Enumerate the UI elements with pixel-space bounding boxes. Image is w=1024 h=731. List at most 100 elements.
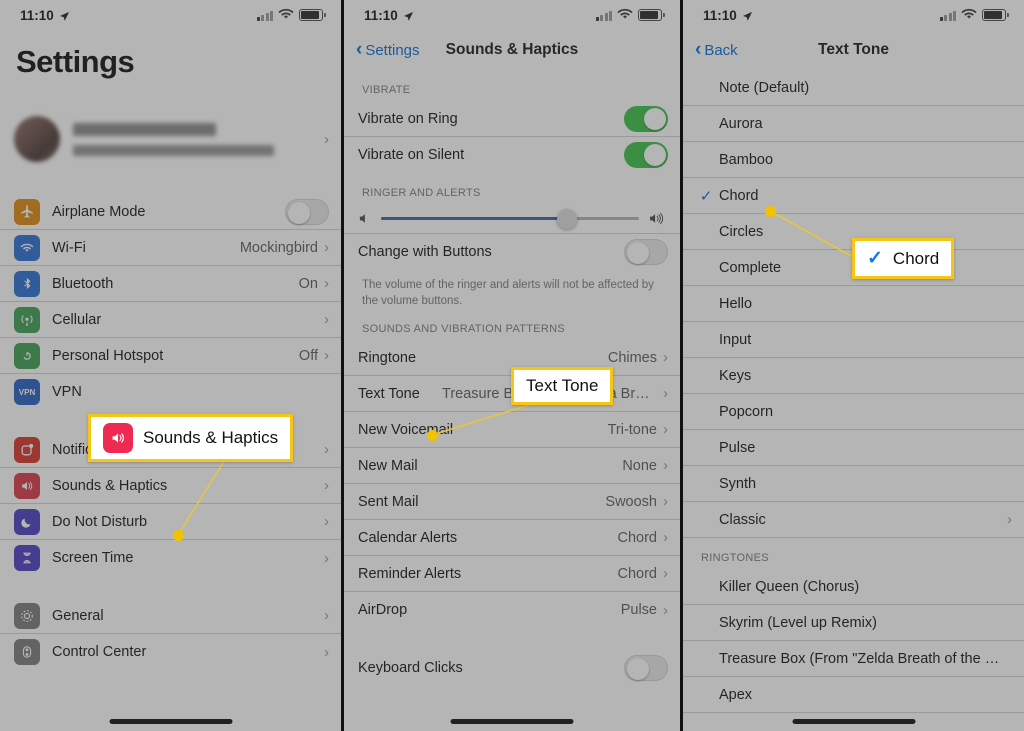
airplane-mode-toggle[interactable] [285,198,329,225]
chevron-right-icon: › [663,349,668,367]
ringtone-row-skyrim[interactable]: Skyrim (Level up Remix) [683,605,1024,641]
page-title: Settings [16,44,135,79]
status-bar: 11:10 [0,0,341,30]
vibrate-on-ring-toggle[interactable] [624,105,668,132]
ringer-volume-slider-row[interactable] [344,204,680,234]
ringtone-row-treasure-box[interactable]: Treasure Box (From "Zelda Breath of the … [683,641,1024,677]
chevron-right-icon: › [663,457,668,475]
sidebar-item-screen-time[interactable]: Screen Time › [0,540,341,576]
account-subtitle-redacted [73,144,274,156]
row-keyboard-clicks[interactable]: Keyboard Clicks [344,650,680,686]
tone-row-note-default[interactable]: Note (Default) [683,70,1024,106]
ringer-volume-slider[interactable] [381,208,639,229]
tone-row-keys[interactable]: Keys [683,358,1024,394]
three-panel-screenshot: 11:10 Settings › Airplane Mode Wi-Fi Moc… [0,0,1024,731]
row-reminder-alerts[interactable]: Reminder Alerts Chord › [344,556,680,593]
tone-row-hello[interactable]: Hello [683,286,1024,322]
gear-icon [14,602,40,629]
back-button-settings[interactable]: ‹ Settings [356,40,420,59]
panel-settings: 11:10 Settings › Airplane Mode Wi-Fi Moc… [0,0,341,731]
sidebar-item-wifi[interactable]: Wi-Fi Mockingbird › [0,230,341,266]
tone-label: Chord [719,187,759,204]
keyboard-clicks-toggle[interactable] [624,655,668,682]
account-section: › [0,106,341,172]
chevron-right-icon: › [663,529,668,547]
chevron-right-icon: › [324,513,329,530]
row-new-voicemail[interactable]: New Voicemail Tri-tone › [344,412,680,449]
tone-row-popcorn[interactable]: Popcorn [683,394,1024,430]
tone-label: Classic [719,511,766,528]
sidebar-item-vpn[interactable]: VPN VPN [0,374,341,410]
status-bar-left: 11:10 [703,8,753,23]
ringtone-row-apex[interactable]: Apex [683,677,1024,713]
slider-knob[interactable] [556,208,577,229]
row-airdrop[interactable]: AirDrop Pulse › [344,592,680,628]
panel-sounds-haptics: 11:10 ‹ Settings Sounds & Haptics VIBRAT… [341,0,683,731]
row-sent-mail[interactable]: Sent Mail Swoosh › [344,484,680,521]
row-vibrate-on-silent[interactable]: Vibrate on Silent [344,137,680,173]
wifi-icon [278,8,294,23]
sounds-icon [14,472,40,499]
chevron-right-icon: › [324,607,329,624]
ringtone-row-killer-queen[interactable]: Killer Queen (Chorus) [683,569,1024,605]
sidebar-item-sounds-haptics[interactable]: Sounds & Haptics › [0,468,341,504]
ringtone-label: Treasure Box (From "Zelda Breath of the … [719,650,1012,667]
tone-row-chord[interactable]: ✓ Chord [683,178,1024,214]
tone-row-input[interactable]: Input [683,322,1024,358]
sidebar-item-control-center[interactable]: Control Center › [0,634,341,670]
tone-label: Pulse [719,439,756,456]
hotspot-icon [14,342,40,369]
account-text-redacted [73,122,324,156]
vibrate-on-silent-toggle[interactable] [624,142,668,168]
row-change-with-buttons[interactable]: Change with Buttons [344,234,680,270]
sidebar-item-label: General [52,607,104,624]
sidebar-item-do-not-disturb[interactable]: Do Not Disturb › [0,504,341,540]
row-value: None [622,457,657,474]
tone-row-bamboo[interactable]: Bamboo [683,142,1024,178]
row-label: Change with Buttons [358,244,492,260]
avatar [14,116,60,162]
wifi-icon [961,8,977,23]
sidebar-item-personal-hotspot[interactable]: Personal Hotspot Off › [0,338,341,374]
speaker-high-icon [649,212,666,225]
sidebar-item-bluetooth[interactable]: Bluetooth On › [0,266,341,302]
status-bar-right [595,8,665,23]
vibrate-group: Vibrate on Ring Vibrate on Silent [344,101,680,173]
tone-row-synth[interactable]: Synth [683,466,1024,502]
tone-row-classic[interactable]: Classic › [683,502,1024,538]
sidebar-item-label: Airplane Mode [52,203,146,220]
change-with-buttons-toggle[interactable] [624,239,668,265]
back-button[interactable]: ‹ Back [695,40,738,59]
tone-label: Input [719,331,752,348]
tone-row-pulse[interactable]: Pulse [683,430,1024,466]
battery-icon [982,9,1009,21]
row-label: Vibrate on Silent [358,147,465,163]
account-row[interactable]: › [0,106,341,172]
chevron-right-icon: › [324,239,329,256]
keyboard-clicks-group: Keyboard Clicks [344,650,680,687]
airplane-icon [14,198,40,225]
row-vibrate-on-ring[interactable]: Vibrate on Ring [344,101,680,137]
sidebar-item-airplane-mode[interactable]: Airplane Mode [0,194,341,230]
callout-sounds-haptics: Sounds & Haptics [88,414,294,462]
wifi-value: Mockingbird [239,239,318,256]
tone-row-aurora[interactable]: Aurora [683,106,1024,142]
row-label: Reminder Alerts [358,565,462,582]
tone-label: Popcorn [719,403,774,420]
chevron-right-icon: › [663,601,668,619]
alert-tones-group: Note (Default) Aurora Bamboo ✓ Chord Cir… [683,70,1024,538]
back-button-label: Back [704,41,738,59]
status-bar-left: 11:10 [364,8,414,23]
sidebar-item-cellular[interactable]: Cellular › [0,302,341,338]
callout-label: Sounds & Haptics [143,428,279,447]
status-bar: 11:10 [344,0,680,30]
chevron-right-icon: › [324,477,329,494]
tone-label: Aurora [719,115,763,132]
sidebar-item-general[interactable]: General › [0,598,341,634]
hotspot-value: Off [298,347,318,364]
chevron-right-icon: › [324,275,329,292]
chevron-right-icon: › [663,421,668,439]
row-new-mail[interactable]: New Mail None › [344,448,680,485]
row-calendar-alerts[interactable]: Calendar Alerts Chord › [344,520,680,557]
section-header-ringer: RINGER AND ALERTS [362,187,481,199]
